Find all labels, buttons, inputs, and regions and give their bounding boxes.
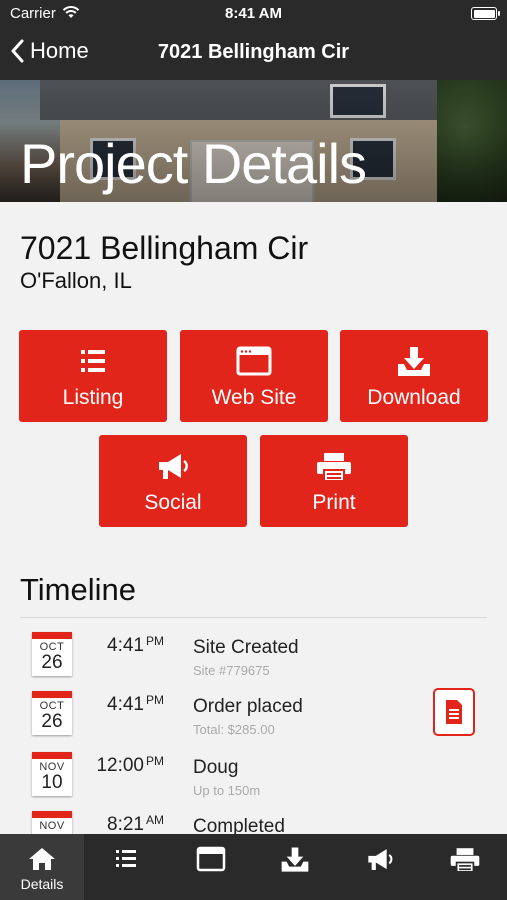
social-button[interactable]: Social: [99, 435, 247, 527]
listing-button[interactable]: Listing: [19, 330, 167, 422]
event-title: Doug: [193, 757, 239, 778]
tab-bar: Details: [0, 834, 507, 900]
divider: [20, 617, 487, 618]
status-bar: Carrier 8:41 AM: [0, 0, 507, 26]
property-address: 7021 Bellingham Cir: [20, 230, 309, 266]
megaphone-icon: [159, 454, 188, 479]
download-icon: [281, 847, 309, 872]
event-subtitle: Site #779675: [193, 663, 270, 678]
download-button-label: Download: [367, 386, 461, 409]
hero-banner: Project Details: [0, 80, 507, 202]
timeline-heading: Timeline: [20, 572, 136, 607]
calendar-date: OCT 26: [32, 632, 72, 676]
date-day: 26: [41, 652, 63, 673]
tab-web-site[interactable]: [169, 834, 253, 900]
event-time-ampm: AM: [146, 813, 164, 827]
tab-listing[interactable]: [84, 834, 168, 900]
invoice-button[interactable]: [433, 688, 475, 736]
tab-details[interactable]: Details: [0, 834, 84, 900]
download-icon: [398, 347, 430, 376]
event-time: 4:41 PM: [107, 693, 164, 716]
tab-details-label: Details: [20, 876, 64, 892]
megaphone-icon: [368, 849, 393, 870]
tab-download[interactable]: [253, 834, 337, 900]
event-time-value: 4:41: [107, 635, 144, 656]
browser-icon: [196, 846, 226, 872]
clock: 8:41 AM: [225, 5, 282, 22]
timeline-item: NOV 10 12:00 PM Doug Up to 150m: [0, 752, 507, 808]
list-icon: [116, 850, 136, 867]
event-title: Site Created: [193, 637, 299, 658]
back-label: Home: [30, 38, 89, 63]
event-time: 8:21 AM: [107, 813, 164, 836]
calendar-date: NOV 10: [32, 752, 72, 796]
print-button[interactable]: Print: [260, 435, 408, 527]
web-site-button-label: Web Site: [211, 386, 297, 409]
event-title: Order placed: [193, 696, 303, 717]
page-title: Project Details: [20, 132, 367, 195]
chevron-left-icon: [11, 39, 24, 63]
event-time-ampm: PM: [146, 634, 164, 648]
event-time: 12:00 PM: [96, 754, 164, 777]
event-subtitle: Up to 150m: [193, 783, 261, 798]
print-button-label: Print: [312, 491, 356, 514]
printer-icon: [317, 453, 351, 482]
home-icon: [29, 848, 55, 870]
browser-icon: [236, 346, 272, 376]
date-day: 26: [41, 711, 63, 732]
date-month: NOV: [39, 820, 65, 832]
back-button[interactable]: Home: [10, 38, 89, 64]
event-time-ampm: PM: [146, 754, 164, 768]
listing-button-label: Listing: [62, 386, 124, 409]
event-time-value: 8:21: [107, 814, 144, 835]
social-button-label: Social: [144, 491, 202, 514]
timeline-item: OCT 26 4:41 PM Order placed Total: $285.0…: [0, 691, 507, 747]
calendar-date: OCT 26: [32, 691, 72, 735]
property-city: O'Fallon, IL: [20, 268, 132, 293]
printer-icon: [450, 848, 480, 873]
tab-social[interactable]: [338, 834, 422, 900]
event-time-value: 12:00: [96, 755, 144, 776]
tab-print[interactable]: [423, 834, 507, 900]
event-time-ampm: PM: [146, 693, 164, 707]
event-time: 4:41 PM: [107, 634, 164, 657]
download-button[interactable]: Download: [340, 330, 488, 422]
document-icon: [446, 700, 462, 724]
navigation-bar: Home 7021 Bellingham Cir: [0, 26, 507, 80]
web-site-button[interactable]: Web Site: [180, 330, 328, 422]
list-icon: [81, 350, 105, 372]
event-time-value: 4:41: [107, 694, 144, 715]
date-day: 10: [41, 772, 63, 793]
event-subtitle: Total: $285.00: [193, 722, 275, 737]
timeline-item: OCT 26 4:41 PM Site Created Site #779675: [0, 632, 507, 688]
battery-icon: [471, 7, 500, 20]
